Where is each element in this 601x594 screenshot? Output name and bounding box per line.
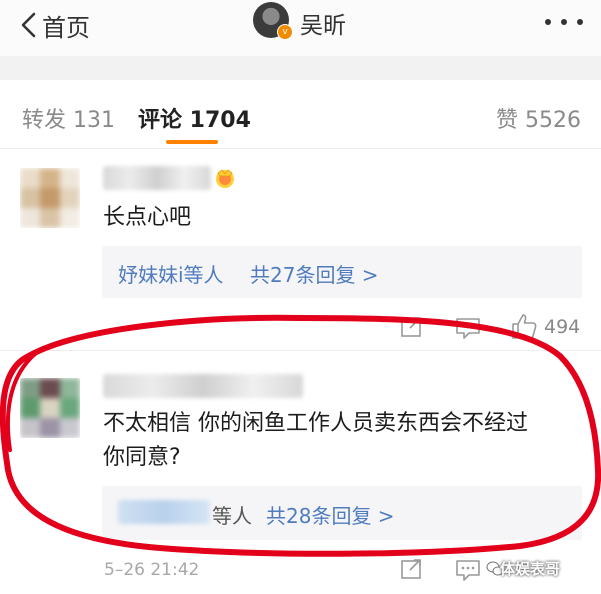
like-thumb-icon[interactable] <box>510 312 538 340</box>
page-title: 吴昕 <box>300 13 346 39</box>
comment-icon[interactable] <box>455 317 481 339</box>
comment-text-line1: 不太相信 你的闲鱼工作人员卖东西会不经过 <box>103 411 528 436</box>
commenter-name-blurred[interactable] <box>103 166 211 190</box>
commenter-avatar[interactable] <box>20 378 80 438</box>
back-arrow-icon[interactable] <box>14 10 44 40</box>
commenter-name-blurred[interactable] <box>103 374 303 398</box>
tab-likes[interactable]: 赞 5526 <box>496 102 581 134</box>
watermark-text: 体娱表哥 <box>500 560 561 578</box>
reply-users-suffix: 等人 <box>212 504 252 528</box>
tab-bar: 转发 131 评论 1704 赞 5526 <box>0 80 601 149</box>
verified-badge-icon: v <box>277 24 293 40</box>
tab-comments[interactable]: 评论 1704 <box>138 102 251 134</box>
tab-repost[interactable]: 转发 131 <box>22 102 115 134</box>
top-bar: 首页 v 吴昕 <box>0 0 601 56</box>
reply-summary[interactable]: 等人 共28条回复 > <box>102 486 582 540</box>
reply-count-link[interactable]: 共28条回复 > <box>266 500 395 529</box>
comment-time-partial <box>104 318 204 332</box>
comment-time: 5–26 21:42 <box>104 560 200 580</box>
reply-count-link[interactable]: 共27条回复 > <box>250 259 379 288</box>
reply-users[interactable]: 妤妹妹i等人 <box>118 259 224 288</box>
back-button-label[interactable]: 首页 <box>42 8 90 43</box>
comment-text-line2: 你同意? <box>103 445 181 470</box>
fan-badge-icon <box>216 169 234 188</box>
more-options-icon[interactable] <box>544 18 584 26</box>
like-count: 494 <box>544 316 581 338</box>
comment-text: 长点心吧 <box>103 205 192 230</box>
comment-divider <box>0 350 601 351</box>
reply-summary[interactable]: 妤妹妹i等人 共27条回复 > <box>102 246 582 298</box>
repost-icon[interactable] <box>400 316 424 338</box>
reply-users-blurred[interactable] <box>118 500 210 524</box>
repost-icon[interactable] <box>400 558 424 580</box>
commenter-avatar[interactable] <box>20 168 80 228</box>
comment-icon[interactable] <box>455 559 481 581</box>
active-tab-indicator <box>166 140 218 144</box>
section-divider <box>0 56 601 80</box>
